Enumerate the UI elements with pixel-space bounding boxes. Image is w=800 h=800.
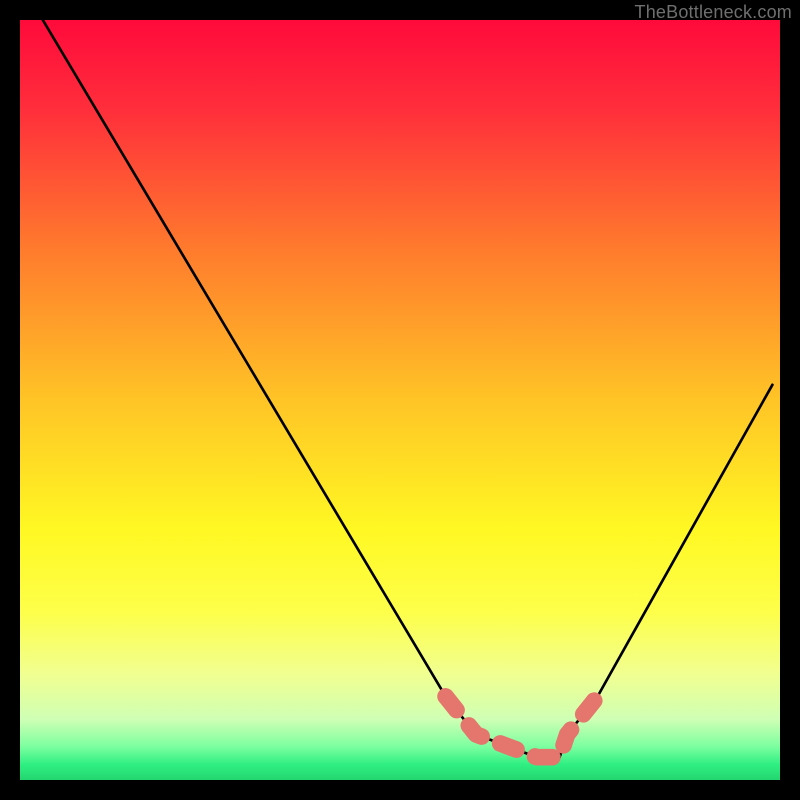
- chart-lines: [20, 20, 780, 780]
- series-highlight-valley: [446, 696, 598, 757]
- series-bottleneck-left: [43, 20, 560, 757]
- plot-area: [20, 20, 780, 780]
- chart-stage: TheBottleneck.com: [0, 0, 800, 800]
